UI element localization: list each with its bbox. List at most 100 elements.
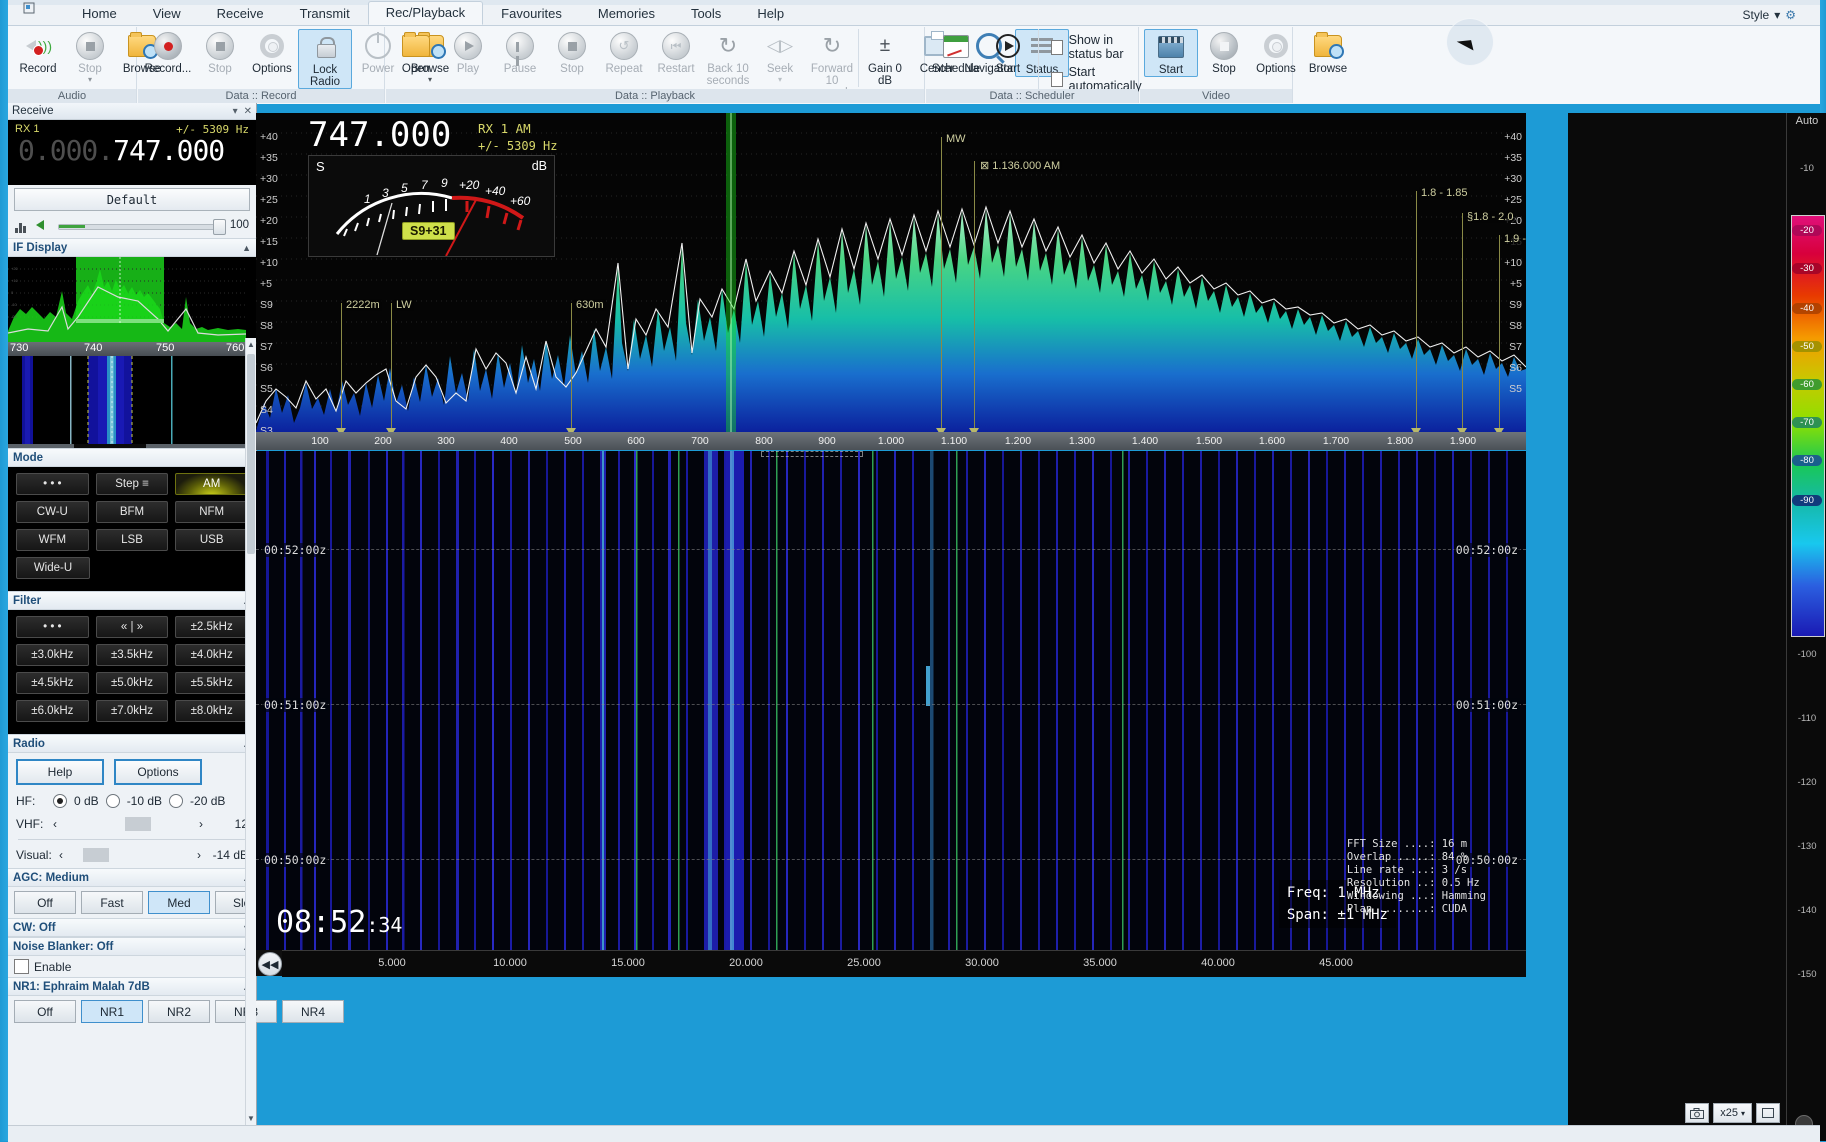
playback-stop-button[interactable]: Stop xyxy=(546,29,598,75)
rx-frequency-display[interactable]: RX 1 +/- 5309 Hz 0.000.747.000 xyxy=(8,120,256,185)
volume-slider[interactable] xyxy=(58,218,226,235)
zoom-fit-icon[interactable] xyxy=(1756,1103,1780,1123)
tab-tools[interactable]: Tools xyxy=(673,2,739,25)
mode-button-more[interactable]: • • • xyxy=(16,473,89,495)
playback-repeat-button[interactable]: ↺ Repeat xyxy=(598,29,650,75)
style-selector[interactable]: Style ▾ ⚙ xyxy=(1743,8,1796,22)
playback-back10-button[interactable]: ↻ Back 10 seconds xyxy=(702,29,754,88)
filter-button-3-5k[interactable]: ±3.5kHz xyxy=(95,644,169,666)
agc-header[interactable]: AGC: Medium ▲ xyxy=(8,868,256,887)
mode-button-step[interactable]: Step ≡ xyxy=(95,473,169,495)
visual-decrement-arrow[interactable]: ‹ xyxy=(59,848,63,862)
equalizer-icon[interactable] xyxy=(15,219,29,233)
filter-button-8-0k[interactable]: ±8.0kHz xyxy=(175,700,249,722)
filter-button-6-0k[interactable]: ±6.0kHz xyxy=(16,700,89,722)
filter-button-4-5k[interactable]: ±4.5kHz xyxy=(16,672,89,694)
chevron-down-icon[interactable]: ▾ xyxy=(1774,8,1780,22)
filter-button-7-0k[interactable]: ±7.0kHz xyxy=(95,700,169,722)
spectrum-frequency-readout[interactable]: 747.000 xyxy=(308,115,451,155)
lock-radio-button[interactable]: Lock Radio xyxy=(298,29,352,89)
agc-fast-button[interactable]: Fast xyxy=(81,891,143,914)
playback-open-button[interactable]: Open xyxy=(390,29,442,75)
filter-button-more[interactable]: • • • xyxy=(16,616,89,638)
nr-nr2-button[interactable]: NR2 xyxy=(148,1000,210,1023)
visual-slider[interactable]: ‹ › xyxy=(59,848,201,862)
nr-nr4-button[interactable]: NR4 xyxy=(282,1000,344,1023)
scroll-up-arrow[interactable]: ▲ xyxy=(247,340,255,349)
video-start-button[interactable]: Start xyxy=(1144,29,1198,77)
nr-nr1-button[interactable]: NR1 xyxy=(81,1000,143,1023)
app-logo-icon[interactable] xyxy=(8,3,64,25)
mode-button-bfm[interactable]: BFM xyxy=(95,501,169,523)
color-scale-auto-label[interactable]: Auto xyxy=(1787,115,1826,127)
hf-radio-minus20db[interactable] xyxy=(169,794,184,808)
data-options-button[interactable]: Options xyxy=(246,29,298,75)
hf-radio-0db[interactable] xyxy=(53,794,67,808)
filter-button-2-5k[interactable]: ±2.5kHz xyxy=(175,616,249,638)
rx-frequency-value[interactable]: 0.000.747.000 xyxy=(18,134,225,167)
sidebar-scrollbar-thumb[interactable] xyxy=(247,354,255,554)
visual-increment-arrow[interactable]: › xyxy=(197,848,201,862)
tab-help[interactable]: Help xyxy=(739,2,802,25)
playback-gain-button[interactable]: ± Gain 0 dB xyxy=(858,29,911,87)
tab-transmit[interactable]: Transmit xyxy=(282,2,368,25)
nr1-header[interactable]: NR1: Ephraim Malah 7dB ▲ xyxy=(8,977,256,996)
filter-button-4-0k[interactable]: ±4.0kHz xyxy=(175,644,249,666)
vhf-decrement-arrow[interactable]: ‹ xyxy=(53,817,57,831)
radio-help-button[interactable]: Help xyxy=(16,759,104,785)
waterfall-selection-handle[interactable] xyxy=(761,451,863,457)
show-in-status-bar-checkbox[interactable]: Show in status bar xyxy=(1051,33,1145,61)
mode-button-wfm[interactable]: WFM xyxy=(16,529,89,551)
zoom-level-button[interactable]: x25 ▾ xyxy=(1713,1103,1752,1123)
filter-button-adjust[interactable]: « | » xyxy=(95,616,169,638)
chevron-down-icon[interactable]: ▾ xyxy=(778,75,782,84)
video-options-button[interactable]: Options xyxy=(1250,29,1302,75)
tab-receive[interactable]: Receive xyxy=(199,2,282,25)
main-spectrum-display[interactable]: +40 +35 +30 +25 +20 +15 +10 +5 S9 S8 S7 … xyxy=(256,113,1526,438)
sidebar-scrollbar[interactable]: ▲ ▼ xyxy=(245,338,256,1141)
checkbox-box[interactable] xyxy=(1051,39,1063,55)
mode-button-cwu[interactable]: CW-U xyxy=(16,501,89,523)
zoom-controls[interactable]: x25 ▾ xyxy=(1685,1103,1780,1123)
scheduler-schedule-button[interactable]: Schedule xyxy=(930,29,982,75)
close-icon[interactable]: ✕ xyxy=(244,106,252,117)
chevron-down-icon[interactable]: ▾ xyxy=(88,75,92,84)
speaker-icon[interactable] xyxy=(36,218,51,231)
rewind-navigator-icon[interactable]: ◀◀ xyxy=(258,952,282,976)
spectrum-x-axis[interactable]: 100 200 300 400 500 600 700 800 900 1.00… xyxy=(256,432,1526,450)
gear-icon[interactable]: ⚙ xyxy=(1785,8,1796,22)
agc-off-button[interactable]: Off xyxy=(14,891,76,914)
playback-play-button[interactable]: Play xyxy=(442,29,494,75)
data-stop-button[interactable]: Stop xyxy=(194,29,246,75)
noise-blanker-enable-checkbox[interactable] xyxy=(14,959,29,974)
tab-rec-playback[interactable]: Rec/Playback xyxy=(367,1,484,25)
screenshot-icon[interactable] xyxy=(1685,1103,1710,1123)
nr-off-button[interactable]: Off xyxy=(14,1000,76,1023)
navigator-frequency-scale[interactable]: 5.000 10.000 15.000 20.000 25.000 30.000… xyxy=(282,950,1526,977)
video-stop-button[interactable]: Stop xyxy=(1198,29,1250,75)
mode-button-usb[interactable]: USB xyxy=(175,529,249,551)
radio-header[interactable]: Radio ▲ xyxy=(8,734,256,753)
checkbox-box[interactable] xyxy=(1051,71,1063,87)
chevron-down-icon[interactable]: ▾ xyxy=(1741,1109,1745,1118)
radio-options-button[interactable]: Options xyxy=(114,759,202,785)
tab-memories[interactable]: Memories xyxy=(580,2,673,25)
cw-header[interactable]: CW: Off ▼ xyxy=(8,918,256,937)
mode-button-nfm[interactable]: NFM xyxy=(175,501,249,523)
filter-button-5-5k[interactable]: ±5.5kHz xyxy=(175,672,249,694)
data-record-button[interactable]: Record... xyxy=(142,29,194,75)
tab-view[interactable]: View xyxy=(135,2,199,25)
if-display-spectrum[interactable]: +20 +10 0 -10 -20 xyxy=(8,257,256,342)
vhf-slider[interactable]: ‹ › xyxy=(53,817,203,831)
video-browse-button[interactable]: Browse xyxy=(1302,29,1354,75)
vhf-increment-arrow[interactable]: › xyxy=(199,817,203,831)
mode-button-wideu[interactable]: Wide-U xyxy=(16,557,90,579)
filter-button-3-0k[interactable]: ±3.0kHz xyxy=(16,644,89,666)
scroll-down-arrow[interactable]: ▼ xyxy=(247,1114,255,1123)
playback-restart-button[interactable]: ⏮ Restart xyxy=(650,29,702,75)
mode-button-lsb[interactable]: LSB xyxy=(95,529,169,551)
mode-button-am[interactable]: AM xyxy=(175,473,249,495)
chevron-down-icon[interactable]: ▾ xyxy=(233,106,238,117)
scheduler-start-button[interactable]: Start xyxy=(982,29,1034,75)
playback-pause-button[interactable]: Pause xyxy=(494,29,546,75)
